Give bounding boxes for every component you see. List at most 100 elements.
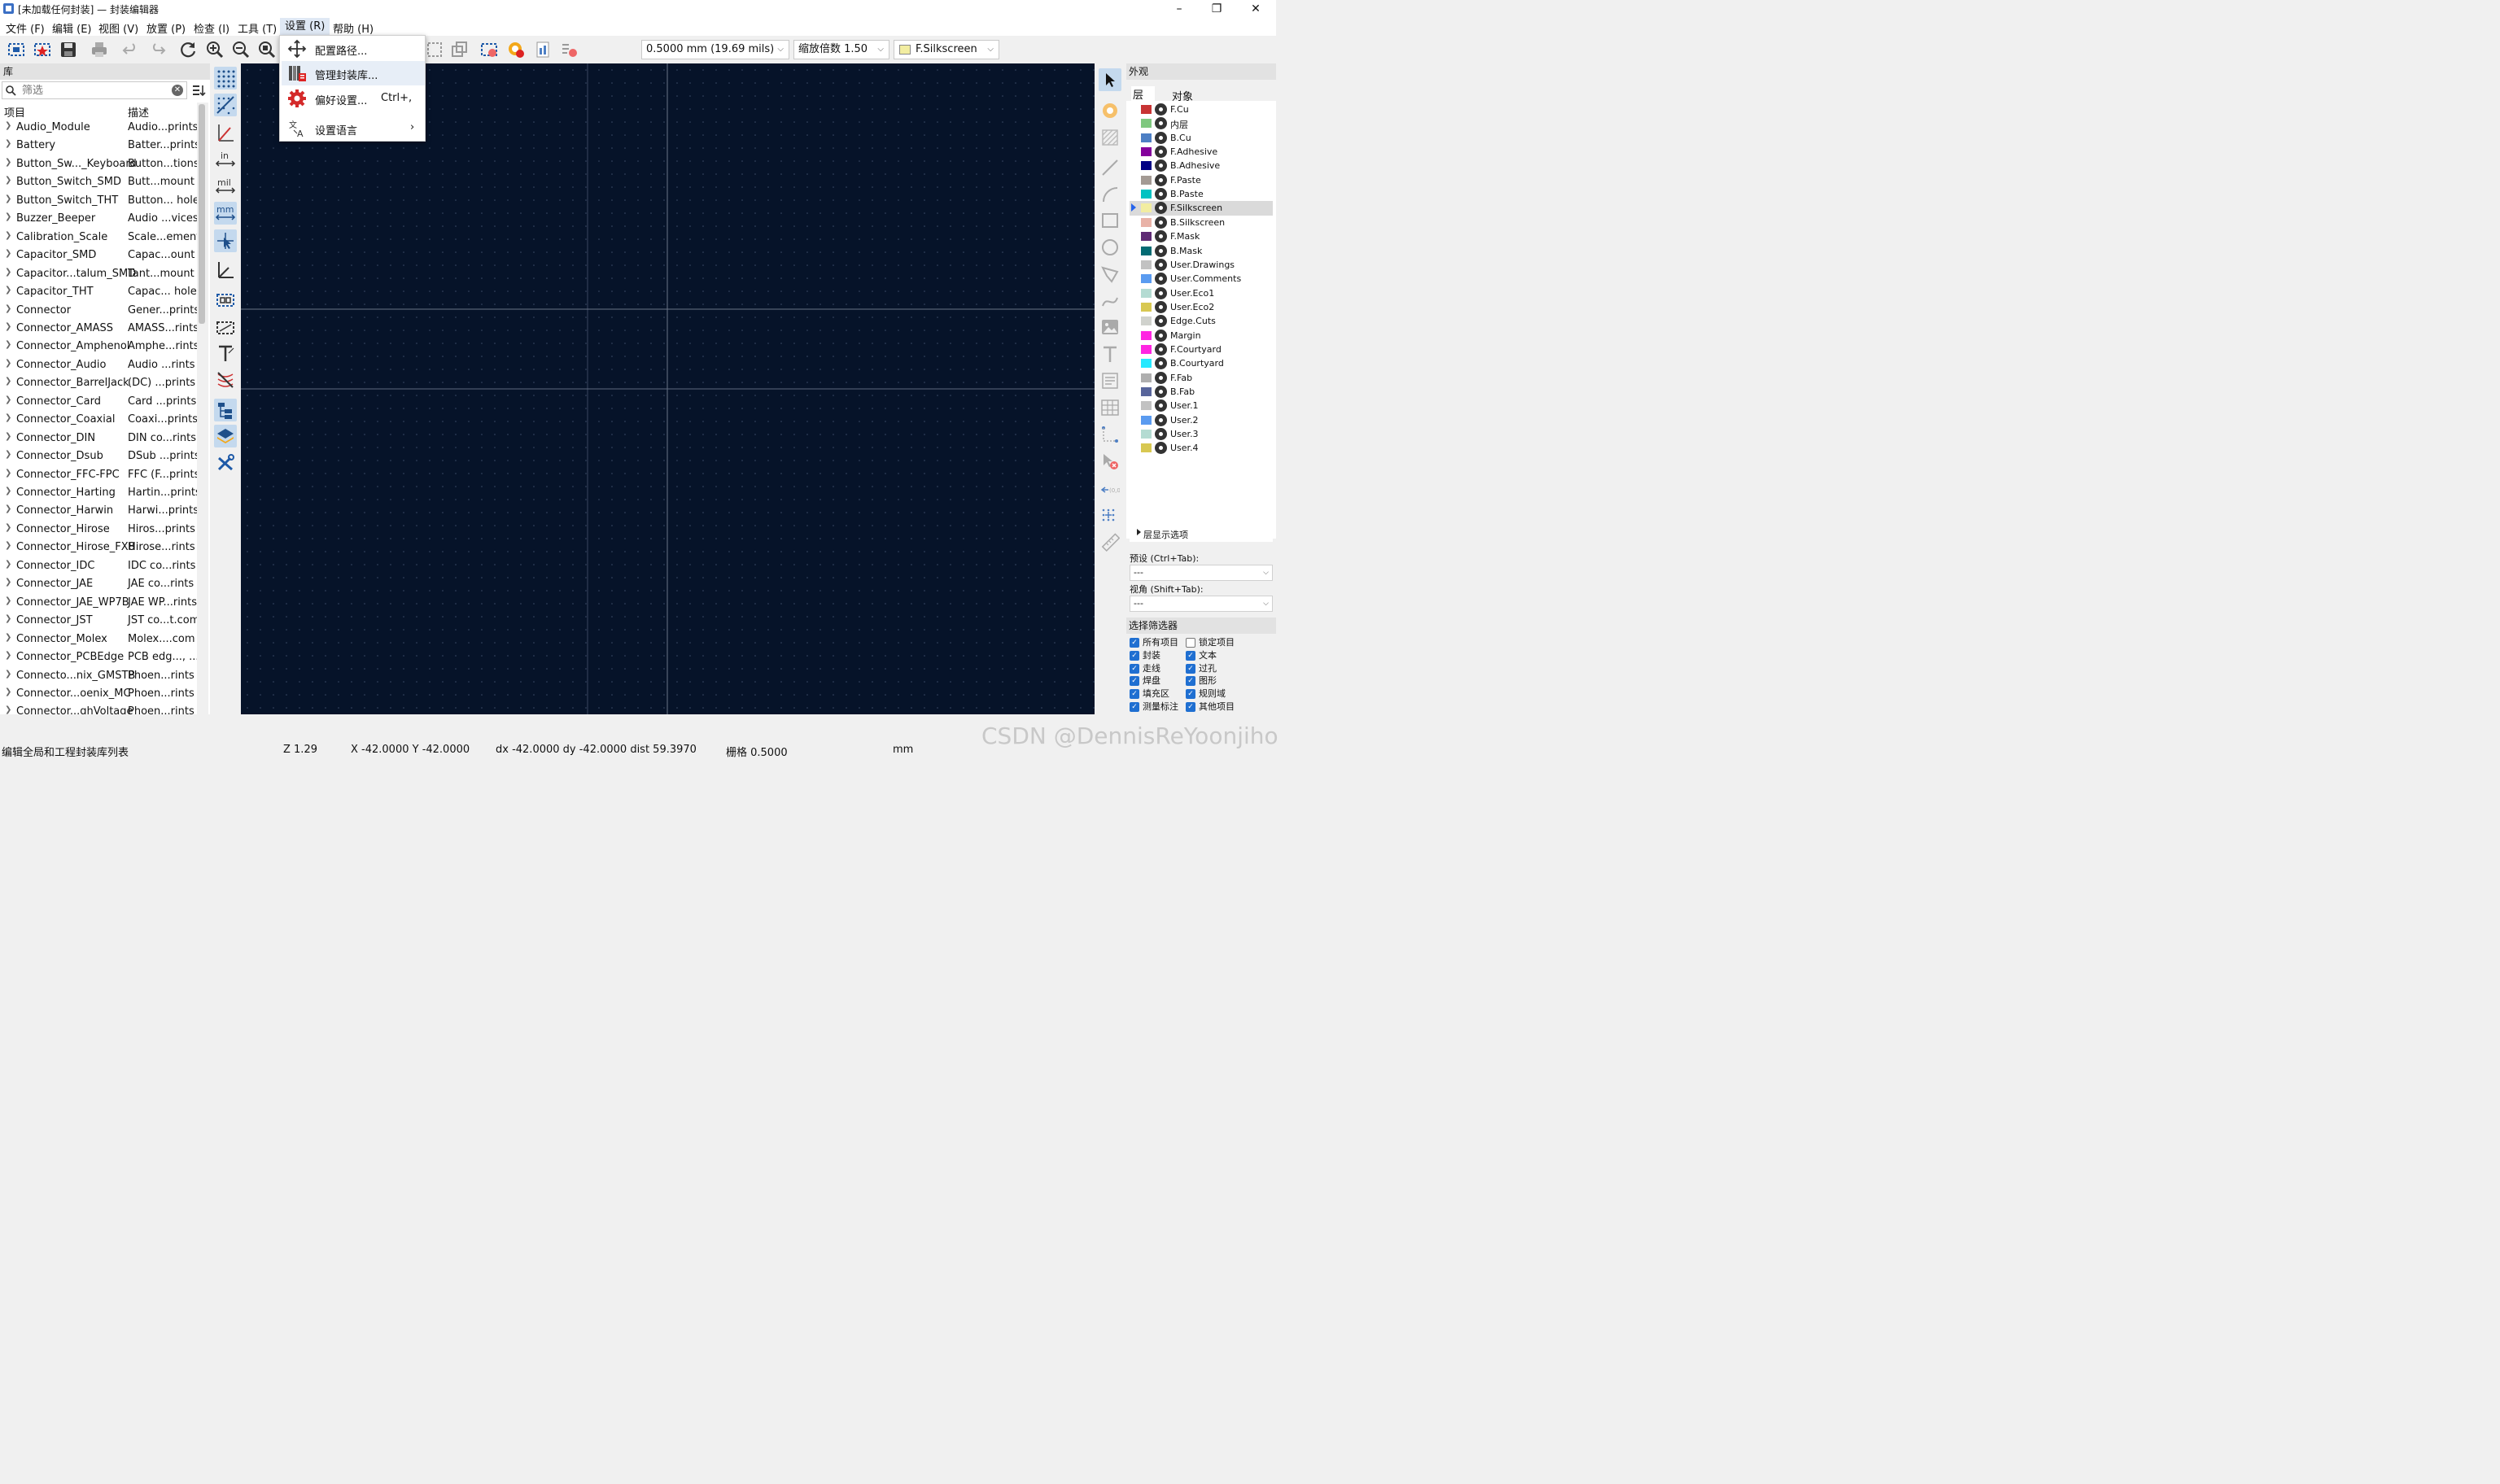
footprint-canvas[interactable] bbox=[241, 63, 1095, 714]
layer-color-swatch[interactable] bbox=[1141, 133, 1152, 142]
eye-icon[interactable] bbox=[1155, 188, 1167, 201]
column-desc-header[interactable]: 描述 bbox=[128, 104, 149, 120]
chevron-right-icon[interactable]: ❯ bbox=[5, 212, 11, 221]
menu-view[interactable]: 视图 (V) bbox=[98, 20, 138, 36]
menu-edit[interactable]: 编辑 (E) bbox=[52, 20, 92, 36]
create-footprint-button[interactable] bbox=[31, 38, 54, 61]
layer-color-swatch[interactable] bbox=[1141, 401, 1152, 411]
chevron-right-icon[interactable]: ❯ bbox=[5, 413, 11, 422]
filter-checkbox[interactable]: ✓ 测量标注 bbox=[1130, 701, 1178, 714]
chevron-right-icon[interactable]: ❯ bbox=[5, 705, 11, 714]
chevron-right-icon[interactable]: ❯ bbox=[5, 322, 11, 331]
layer-row[interactable]: B.Courtyard bbox=[1130, 356, 1273, 370]
library-row[interactable]: ❯ Connector_Hirose Hiros...prints bbox=[0, 521, 195, 539]
preset-select[interactable]: --- ⌵ bbox=[1130, 565, 1273, 581]
draw-bezier-tool[interactable] bbox=[1099, 290, 1121, 312]
chevron-right-icon[interactable]: ❯ bbox=[5, 432, 11, 441]
library-row[interactable]: ❯ Connector_Amphenol Amphe...rints bbox=[0, 338, 199, 356]
filter-checkbox[interactable]: ✓ 焊盘 bbox=[1130, 675, 1160, 688]
eye-icon[interactable] bbox=[1155, 173, 1167, 186]
units-mm-button[interactable]: mm bbox=[214, 202, 237, 225]
checkbox-icon[interactable]: ✓ bbox=[1130, 650, 1139, 661]
filter-checkbox[interactable]: ✓ 走线 bbox=[1130, 663, 1160, 676]
layer-row[interactable]: User.4 bbox=[1130, 441, 1273, 455]
chevron-right-icon[interactable]: ❯ bbox=[5, 304, 11, 313]
contrast-mode-button[interactable] bbox=[214, 368, 237, 391]
menu-place[interactable]: 放置 (P) bbox=[146, 20, 186, 36]
text-sketch-button[interactable] bbox=[214, 342, 237, 364]
add-text-tool[interactable] bbox=[1099, 343, 1121, 365]
layer-color-swatch[interactable] bbox=[1141, 217, 1152, 227]
chevron-right-icon[interactable]: ❯ bbox=[5, 268, 11, 277]
layer-color-swatch[interactable] bbox=[1141, 373, 1152, 382]
layer-color-swatch[interactable] bbox=[1141, 147, 1152, 157]
checkbox-icon[interactable]: ✓ bbox=[1186, 702, 1195, 712]
checkbox-icon[interactable]: ✓ bbox=[1186, 676, 1195, 687]
polar-coords-button[interactable] bbox=[214, 121, 237, 144]
menu-set-language[interactable]: 文A 设置语言 › bbox=[282, 116, 425, 141]
sort-icon[interactable] bbox=[191, 83, 206, 98]
layer-row[interactable]: User.Eco2 bbox=[1130, 300, 1273, 314]
library-row[interactable]: ❯ Connector...ghVoltage Phoen...rints bbox=[0, 703, 195, 714]
library-row[interactable]: ❯ Calibration_Scale Scale...ement bbox=[0, 229, 200, 247]
filter-checkbox[interactable]: ✓ 其他项目 bbox=[1186, 701, 1235, 714]
export-footprint-button[interactable] bbox=[531, 38, 554, 61]
library-row[interactable]: ❯ Connecto...nix_GMSTB Phoen...rints bbox=[0, 667, 195, 685]
library-row[interactable]: ❯ Buzzer_Beeper Audio ...vices bbox=[0, 210, 199, 228]
show-properties-button[interactable] bbox=[214, 452, 237, 474]
layer-row[interactable]: F.Adhesive bbox=[1130, 145, 1273, 159]
layer-color-swatch[interactable] bbox=[1141, 344, 1152, 354]
column-name-header[interactable]: 项目 bbox=[4, 104, 25, 120]
layer-row[interactable]: F.Cu bbox=[1130, 103, 1273, 116]
library-row[interactable]: ❯ Connector_Coaxial Coaxi...prints bbox=[0, 411, 198, 429]
layer-row[interactable]: B.Paste bbox=[1130, 187, 1273, 201]
menu-manage-footprint-libraries[interactable]: 管理封装库... bbox=[282, 61, 425, 85]
zoom-in-button[interactable] bbox=[203, 38, 226, 61]
maximize-button[interactable]: ❐ bbox=[1198, 0, 1235, 18]
library-row[interactable]: ❯ Connector_Harting Hartin...prints bbox=[0, 484, 201, 502]
eye-icon[interactable] bbox=[1155, 159, 1167, 172]
library-row[interactable]: ❯ Connector_Dsub DSub ...prints bbox=[0, 447, 200, 465]
layer-select[interactable]: F.Silkscreen ⌵ bbox=[894, 40, 999, 59]
library-scrollbar-thumb[interactable] bbox=[199, 104, 205, 324]
layer-color-swatch[interactable] bbox=[1141, 288, 1152, 298]
library-row[interactable]: ❯ Connector_JAE_WP7B JAE WP...rints bbox=[0, 594, 197, 612]
layer-color-swatch[interactable] bbox=[1141, 190, 1152, 199]
eye-icon[interactable] bbox=[1155, 371, 1167, 384]
zoom-out-button[interactable] bbox=[229, 38, 252, 61]
chevron-right-icon[interactable]: ❯ bbox=[5, 504, 11, 513]
layer-color-swatch[interactable] bbox=[1141, 246, 1152, 255]
eye-icon[interactable] bbox=[1155, 258, 1167, 271]
add-pad-tool[interactable] bbox=[1099, 99, 1121, 122]
layer-row[interactable]: B.Silkscreen bbox=[1130, 216, 1273, 229]
filter-checkbox[interactable]: ✓ 封装 bbox=[1130, 650, 1160, 663]
checkbox-icon[interactable] bbox=[1186, 638, 1195, 648]
layer-color-swatch[interactable] bbox=[1141, 316, 1152, 326]
layer-row[interactable]: F.Fab bbox=[1130, 371, 1273, 385]
viewport-select[interactable]: --- ⌵ bbox=[1130, 596, 1273, 612]
filter-checkbox[interactable]: ✓ 文本 bbox=[1186, 650, 1217, 663]
library-row[interactable]: ❯ Connector_Card Card ...prints bbox=[0, 393, 196, 411]
draw-polygon-tool[interactable] bbox=[1099, 263, 1121, 286]
zoom-select[interactable]: 缩放倍数 1.50 ⌵ bbox=[793, 40, 889, 59]
chevron-right-icon[interactable]: ❯ bbox=[5, 614, 11, 623]
chevron-right-icon[interactable]: ❯ bbox=[5, 176, 11, 185]
draw-rectangle-tool[interactable] bbox=[1099, 209, 1121, 232]
show-layers-manager-button[interactable] bbox=[214, 425, 237, 447]
layer-color-swatch[interactable] bbox=[1141, 203, 1152, 213]
eye-icon[interactable] bbox=[1155, 117, 1167, 130]
layer-row[interactable]: B.Fab bbox=[1130, 385, 1273, 399]
print-button[interactable] bbox=[88, 38, 111, 61]
eye-icon[interactable] bbox=[1155, 399, 1167, 412]
show-footprint-tree-button[interactable] bbox=[214, 399, 237, 421]
library-row[interactable]: ❯ Connector_Harwin Harwi...prints bbox=[0, 502, 199, 520]
menu-preferences[interactable]: 偏好设置... Ctrl+, bbox=[282, 86, 425, 111]
layer-color-swatch[interactable] bbox=[1141, 359, 1152, 369]
layer-row[interactable]: User.Comments bbox=[1130, 272, 1273, 286]
layer-color-swatch[interactable] bbox=[1141, 105, 1152, 114]
library-filter[interactable]: ✕ bbox=[2, 81, 187, 99]
menu-help[interactable]: 帮助 (H) bbox=[333, 20, 374, 36]
layer-row[interactable]: F.Paste bbox=[1130, 173, 1273, 187]
eye-icon[interactable] bbox=[1155, 273, 1167, 286]
library-row[interactable]: ❯ Battery Batter...prints bbox=[0, 137, 200, 155]
